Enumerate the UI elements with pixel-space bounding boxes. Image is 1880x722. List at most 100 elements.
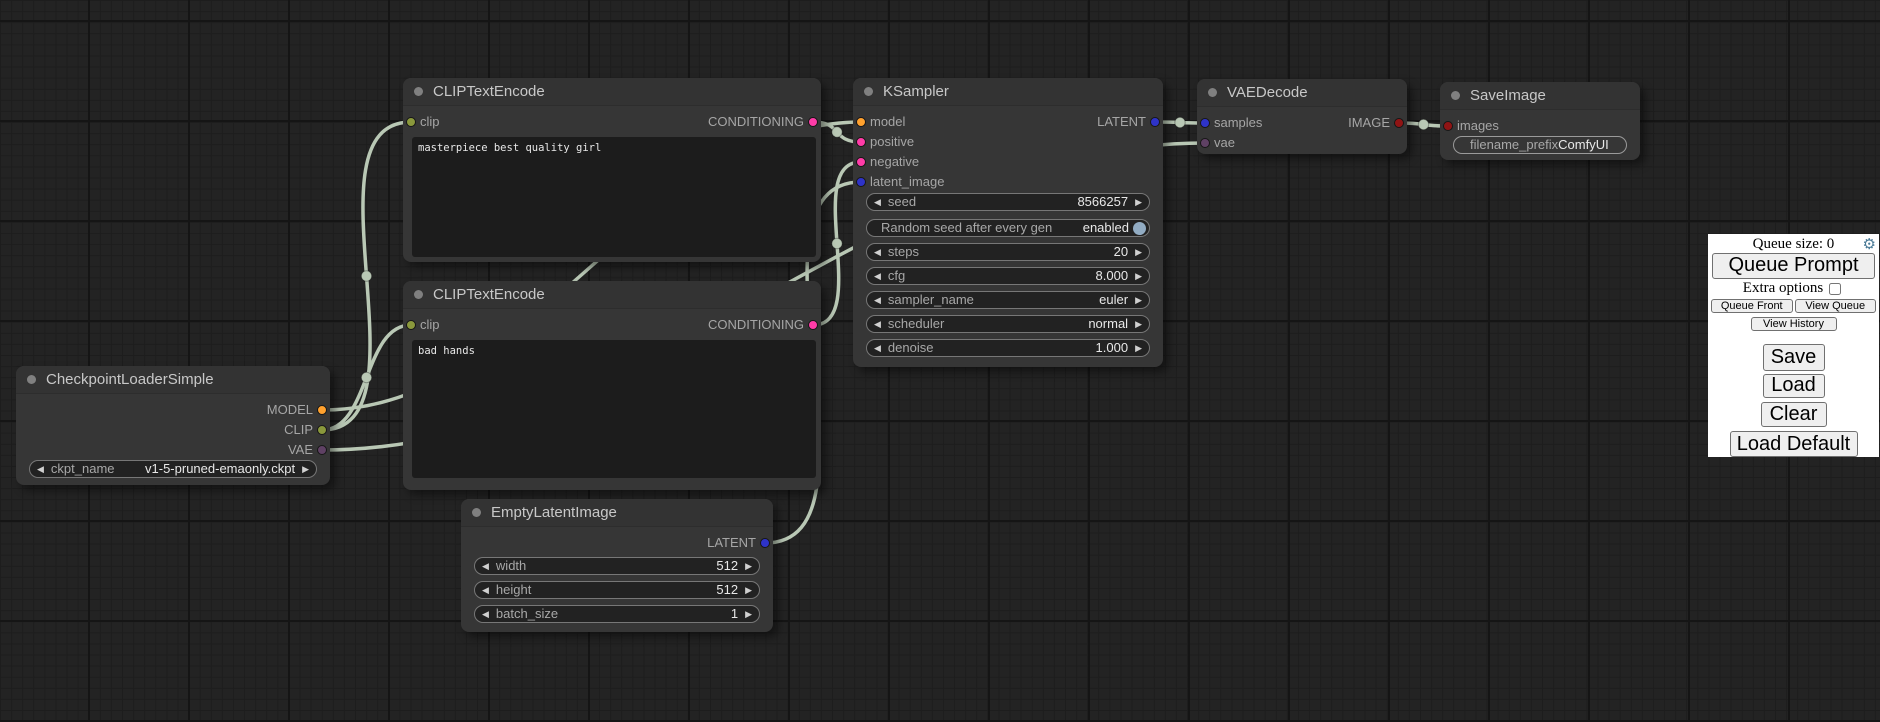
widget-cfg[interactable]: ◀cfg8.000▶ <box>866 267 1150 285</box>
widget-filename_prefix[interactable]: filename_prefixComfyUI <box>1453 136 1627 154</box>
node-collapse-dot-icon[interactable] <box>472 508 481 517</box>
increment-arrow-icon[interactable]: ▶ <box>1128 267 1149 285</box>
input-slot-negative-dot[interactable] <box>856 157 866 167</box>
output-slot-label: IMAGE <box>1348 115 1390 131</box>
input-slot-model-dot[interactable] <box>856 117 866 127</box>
output-slot-IMAGE-dot[interactable] <box>1394 118 1404 128</box>
widget-sampler_name[interactable]: ◀sampler_nameeuler▶ <box>866 291 1150 309</box>
node-titlebar[interactable]: KSampler <box>853 78 1163 106</box>
widget-scheduler[interactable]: ◀schedulernormal▶ <box>866 315 1150 333</box>
settings-gear-icon[interactable]: ⚙ <box>1863 235 1876 253</box>
input-slot-images-dot[interactable] <box>1443 121 1453 131</box>
widget-width[interactable]: ◀width512▶ <box>474 557 760 575</box>
widget-label: batch_size <box>496 605 558 623</box>
widget-random-seed-toggle[interactable]: Random seed after every genenabled <box>866 219 1150 237</box>
node-emptylatentimage[interactable]: EmptyLatentImageLATENT◀width512▶◀height5… <box>461 499 773 632</box>
load-button[interactable]: Load <box>1763 374 1825 398</box>
node-collapse-dot-icon[interactable] <box>864 87 873 96</box>
input-slot-label: positive <box>870 134 914 150</box>
input-slot-samples-dot[interactable] <box>1200 118 1210 128</box>
widget-batch_size[interactable]: ◀batch_size1▶ <box>474 605 760 623</box>
widget-seed[interactable]: ◀seed8566257▶ <box>866 193 1150 211</box>
node-titlebar[interactable]: CLIPTextEncode <box>403 78 821 106</box>
node-ksampler[interactable]: KSamplermodelpositivenegativelatent_imag… <box>853 78 1163 367</box>
increment-arrow-icon[interactable]: ▶ <box>1128 243 1149 261</box>
output-slot-label: CONDITIONING <box>708 317 804 333</box>
widget-label: denoise <box>888 339 934 357</box>
node-titlebar[interactable]: VAEDecode <box>1197 79 1407 107</box>
widget-ckpt_name[interactable]: ◀ckpt_namev1-5-pruned-emaonly.ckpt▶ <box>29 460 317 478</box>
output-slot-LATENT-dot[interactable] <box>1150 117 1160 127</box>
input-slot-label: latent_image <box>870 174 944 190</box>
input-slot-clip-dot[interactable] <box>406 117 416 127</box>
output-slot-label: CLIP <box>284 422 313 438</box>
output-slot-VAE-dot[interactable] <box>317 445 327 455</box>
input-slot-positive-dot[interactable] <box>856 137 866 147</box>
decrement-arrow-icon[interactable]: ◀ <box>867 243 888 261</box>
decrement-arrow-icon[interactable]: ◀ <box>867 193 888 211</box>
increment-arrow-icon[interactable]: ▶ <box>738 605 759 623</box>
prompt-text-field[interactable]: masterpiece best quality girl <box>412 137 816 257</box>
output-slot-CONDITIONING-dot[interactable] <box>808 320 818 330</box>
increment-arrow-icon[interactable]: ▶ <box>1128 193 1149 211</box>
output-slot-label: VAE <box>288 442 313 458</box>
node-collapse-dot-icon[interactable] <box>1208 88 1217 97</box>
node-saveimage[interactable]: SaveImageimagesfilename_prefixComfyUI <box>1440 82 1640 160</box>
node-cliptextencode[interactable]: CLIPTextEncode clip CONDITIONING bad hands <box>403 281 821 490</box>
decrement-arrow-icon[interactable]: ◀ <box>867 291 888 309</box>
increment-arrow-icon[interactable]: ▶ <box>738 581 759 599</box>
load-default-button[interactable]: Load Default <box>1730 431 1858 457</box>
decrement-arrow-icon[interactable]: ◀ <box>475 557 496 575</box>
node-titlebar[interactable]: EmptyLatentImage <box>461 499 773 527</box>
widget-denoise[interactable]: ◀denoise1.000▶ <box>866 339 1150 357</box>
node-cliptextencode[interactable]: CLIPTextEncodeclipCONDITIONINGmasterpiec… <box>403 78 821 262</box>
increment-arrow-icon[interactable]: ▶ <box>1128 339 1149 357</box>
output-slot-label: MODEL <box>267 402 313 418</box>
output-slot-MODEL-dot[interactable] <box>317 405 327 415</box>
clear-button[interactable]: Clear <box>1761 402 1827 428</box>
output-slot-CONDITIONING-dot[interactable] <box>808 117 818 127</box>
node-title: KSampler <box>883 83 949 100</box>
save-button[interactable]: Save <box>1763 344 1825 371</box>
queue-front-button[interactable]: Queue Front <box>1711 299 1793 313</box>
increment-arrow-icon[interactable]: ▶ <box>1128 315 1149 333</box>
increment-arrow-icon[interactable]: ▶ <box>295 460 316 478</box>
node-layer: CheckpointLoaderSimple MODEL CLIP VAE ◀ckpt_… <box>0 0 1880 722</box>
widget-height[interactable]: ◀height512▶ <box>474 581 760 599</box>
output-slot-CLIP-dot[interactable] <box>317 425 327 435</box>
node-title: CheckpointLoaderSimple <box>46 371 214 388</box>
node-collapse-dot-icon[interactable] <box>414 87 423 96</box>
decrement-arrow-icon[interactable]: ◀ <box>867 315 888 333</box>
decrement-arrow-icon[interactable]: ◀ <box>475 605 496 623</box>
decrement-arrow-icon[interactable]: ◀ <box>30 460 51 478</box>
node-titlebar[interactable]: SaveImage <box>1440 82 1640 110</box>
node-checkpointloadersimple[interactable]: CheckpointLoaderSimple MODEL CLIP VAE ◀ckpt_… <box>16 366 330 485</box>
node-titlebar[interactable]: CLIPTextEncode <box>403 281 821 309</box>
view-queue-button[interactable]: View Queue <box>1795 299 1877 313</box>
toggle-knob-icon[interactable] <box>1133 222 1146 235</box>
node-vaedecode[interactable]: VAEDecodesamplesvaeIMAGE <box>1197 79 1407 154</box>
prompt-text-field[interactable]: bad hands <box>412 340 816 478</box>
node-title: CLIPTextEncode <box>433 286 545 303</box>
increment-arrow-icon[interactable]: ▶ <box>738 557 759 575</box>
view-history-button[interactable]: View History <box>1751 317 1837 332</box>
node-title: CLIPTextEncode <box>433 83 545 100</box>
input-slot-vae-dot[interactable] <box>1200 138 1210 148</box>
decrement-arrow-icon[interactable]: ◀ <box>867 267 888 285</box>
node-collapse-dot-icon[interactable] <box>1451 91 1460 100</box>
widget-value: enabled <box>1083 219 1129 237</box>
extra-options-checkbox[interactable] <box>1829 283 1841 295</box>
node-collapse-dot-icon[interactable] <box>27 375 36 384</box>
node-titlebar[interactable]: CheckpointLoaderSimple <box>16 366 330 394</box>
input-slot-latent_image-dot[interactable] <box>856 177 866 187</box>
output-slot-LATENT-dot[interactable] <box>760 538 770 548</box>
decrement-arrow-icon[interactable]: ◀ <box>867 339 888 357</box>
node-collapse-dot-icon[interactable] <box>414 290 423 299</box>
decrement-arrow-icon[interactable]: ◀ <box>475 581 496 599</box>
input-slot-clip-dot[interactable] <box>406 320 416 330</box>
increment-arrow-icon[interactable]: ▶ <box>1128 291 1149 309</box>
node-graph-canvas[interactable]: CheckpointLoaderSimple MODEL CLIP VAE ◀ckpt_… <box>0 0 1880 722</box>
queue-prompt-button[interactable]: Queue Prompt <box>1712 253 1875 279</box>
input-slot-label: clip <box>420 317 440 333</box>
widget-steps[interactable]: ◀steps20▶ <box>866 243 1150 261</box>
